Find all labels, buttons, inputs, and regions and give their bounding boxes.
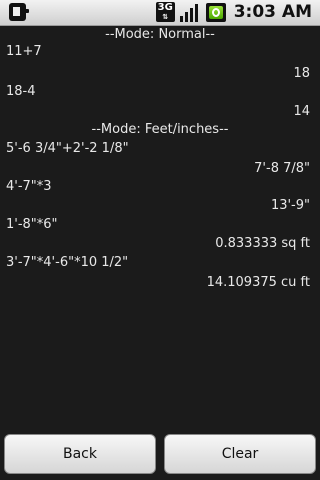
history-panel[interactable]: --Mode: Normal-- 11+7 18 18-4 14 --Mode:… (0, 26, 320, 430)
status-right: 3G ⇅ 3:03 AM (155, 2, 312, 22)
history-result: 18 (293, 66, 310, 81)
history-result: 7'-8 7/8" (254, 161, 310, 176)
history-expression: 3'-7"*4'-6"*10 1/2" (6, 255, 129, 270)
history-result: 0.833333 sq ft (215, 236, 310, 251)
history-result: 14.109375 cu ft (206, 275, 310, 290)
history-result: 14 (293, 104, 310, 119)
battery-icon (205, 2, 226, 22)
history-expression: 1'-8"*6" (6, 217, 58, 232)
history-expression: 5'-6 3/4"+2'-2 1/8" (6, 141, 129, 156)
status-left (9, 3, 29, 21)
history-expression: 11+7 (6, 44, 42, 59)
history-result: 13'-9" (270, 198, 310, 213)
clear-button[interactable]: Clear (164, 434, 316, 474)
mode-header: --Mode: Normal-- (105, 27, 215, 42)
history-expression: 18-4 (6, 84, 36, 99)
data-arrows-icon: ⇅ (162, 13, 169, 21)
button-bar: Back Clear (0, 430, 320, 480)
clock: 3:03 AM (233, 2, 312, 22)
network-type-icon: 3G ⇅ (155, 2, 175, 22)
history-expression: 4'-7"*3 (6, 179, 52, 194)
notification-icon[interactable] (9, 3, 29, 21)
mode-header: --Mode: Feet/inches-- (91, 122, 229, 137)
signal-strength-icon (179, 2, 201, 22)
back-button[interactable]: Back (4, 434, 156, 474)
status-bar: 3G ⇅ 3:03 AM (0, 0, 320, 26)
